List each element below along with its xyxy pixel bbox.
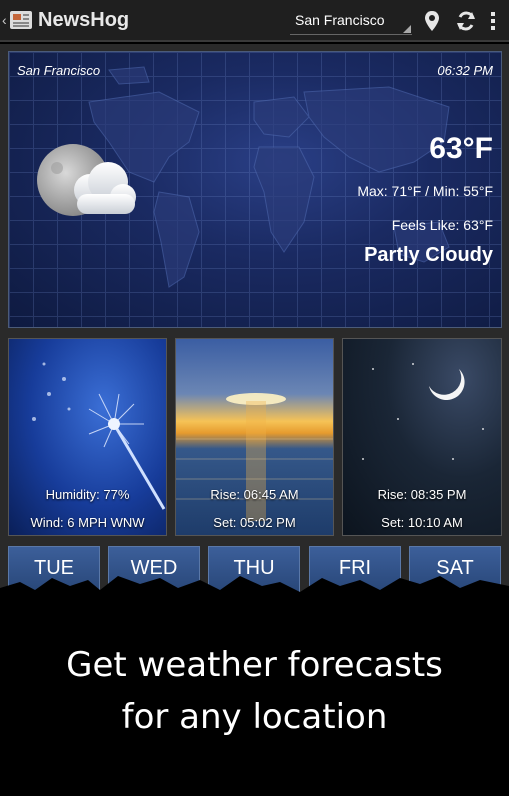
action-bar: ‹ NewsHog San Francisco	[0, 0, 509, 42]
sunset-text: Set: 05:02 PM	[213, 515, 296, 530]
moonset-text: Set: 10:10 AM	[381, 515, 463, 530]
sunset-image	[176, 393, 333, 521]
sunrise-text: Rise: 06:45 AM	[210, 487, 299, 502]
feels-like: Feels Like: 63°F	[391, 217, 493, 233]
max-min-temperature: Max: 71°F / Min: 55°F	[357, 183, 493, 199]
overflow-menu-icon[interactable]	[486, 9, 500, 33]
moonrise-moonset-tile[interactable]: Rise: 08:35 PM Set: 10:10 AM	[342, 338, 502, 536]
current-temperature: 63°F	[429, 132, 493, 165]
wind-text: Wind: 6 MPH WNW	[30, 515, 145, 530]
wind-humidity-tile[interactable]: Humidity: 77% Wind: 6 MPH WNW	[8, 338, 167, 536]
current-city: San Francisco	[17, 63, 101, 78]
newspaper-icon[interactable]	[9, 9, 33, 31]
spinner-triangle-icon	[403, 25, 411, 33]
back-chevron-icon[interactable]: ‹	[2, 12, 7, 28]
weather-condition: Partly Cloudy	[364, 244, 493, 266]
moon-image	[362, 363, 484, 460]
moon-cloud-icon	[37, 144, 136, 216]
refresh-icon[interactable]	[455, 9, 477, 33]
torn-edge-overlay	[0, 576, 509, 620]
moonrise-text: Rise: 08:35 PM	[377, 487, 467, 502]
current-conditions-card[interactable]: San Francisco 06:32 PM 63°F Max: 71°F / …	[8, 51, 502, 328]
weather-content: San Francisco 06:32 PM 63°F Max: 71°F / …	[0, 44, 509, 606]
humidity-text: Humidity: 77%	[45, 487, 130, 502]
promo-caption-line-2: for any location	[121, 697, 388, 737]
current-time: 06:32 PM	[437, 63, 493, 78]
app-title[interactable]: NewsHog	[38, 9, 129, 32]
promo-caption-line-1: Get weather forecasts	[66, 645, 443, 685]
sunrise-sunset-tile[interactable]: Rise: 06:45 AM Set: 05:02 PM	[175, 338, 334, 536]
dandelion-image	[32, 362, 166, 510]
location-pin-icon[interactable]	[421, 9, 443, 33]
location-spinner[interactable]: San Francisco	[290, 9, 412, 35]
location-spinner-value: San Francisco	[295, 12, 385, 28]
